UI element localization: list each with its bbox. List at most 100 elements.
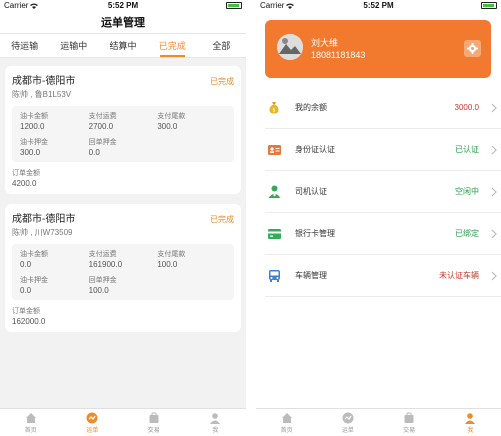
tab-completed[interactable]: 已完成 xyxy=(148,34,197,57)
tabbar-label: 运单 xyxy=(341,427,354,434)
menu-value: 已认证 xyxy=(455,145,479,154)
chevron-right-icon xyxy=(489,229,499,239)
menu-label: 车辆管理 xyxy=(295,271,327,280)
menu-label: 司机认证 xyxy=(295,187,327,196)
fee-value: 100.0 xyxy=(88,286,109,295)
status-bar: Carrier 5:52 PM xyxy=(0,0,246,11)
fee-label: 油卡押金 xyxy=(20,277,48,284)
home-icon xyxy=(281,412,293,424)
status-bar: Carrier 5:52 PM xyxy=(256,0,501,11)
tabbar-home[interactable]: 首页 xyxy=(0,409,62,436)
battery-icon xyxy=(226,2,242,9)
waybill-tabs: 待运输 运输中 结算中 已完成 全部 xyxy=(0,33,246,58)
fee-value: 2700.0 xyxy=(88,122,114,131)
tabbar-label: 我 xyxy=(212,427,219,434)
menu-item-bank-card[interactable]: 银行卡管理 已绑定 xyxy=(265,213,501,255)
fee-label: 油卡押金 xyxy=(20,139,48,146)
svg-text:$: $ xyxy=(272,108,275,114)
tabbar-label: 运单 xyxy=(86,427,99,434)
id-card-icon xyxy=(267,143,281,157)
menu-item-balance[interactable]: $ 我的余额 3000.0 xyxy=(265,87,501,129)
profile-card[interactable]: 刘大维 18081181843 xyxy=(265,20,491,78)
fee-label: 回单押金 xyxy=(88,139,117,146)
tabbar-label: 交易 xyxy=(147,427,160,434)
fee-value: 0.0 xyxy=(20,260,32,269)
bus-icon xyxy=(267,269,281,283)
order-card[interactable]: 成都市-德阳市 已完成 陈帅 , 鲁B1L53V 油卡金额 1200.0 支付运费… xyxy=(5,66,241,194)
tabbar-me[interactable]: 我 xyxy=(440,409,501,436)
order-total-label: 订单金额 xyxy=(12,308,40,315)
chevron-right-icon xyxy=(489,103,499,113)
tabbar-waybill[interactable]: 运单 xyxy=(62,409,124,436)
trade-icon xyxy=(403,412,415,424)
tab-bar: 首页 运单 交易 我 xyxy=(256,408,501,436)
tab-bar: 首页 运单 交易 我 xyxy=(0,408,246,436)
tabbar-label: 交易 xyxy=(403,427,416,434)
fee-value: 0.0 xyxy=(20,286,32,295)
order-driver: 陈帅 , 川W73509 xyxy=(12,228,73,237)
tab-pending[interactable]: 待运输 xyxy=(0,34,49,57)
order-card[interactable]: 成都市-德阳市 已完成 陈帅 , 川W73509 油卡金额 0.0 支付运费 161… xyxy=(5,204,241,332)
tabbar-trade[interactable]: 交易 xyxy=(123,409,185,436)
profile-name: 刘大维 xyxy=(311,38,339,48)
status-time: 5:52 PM xyxy=(107,1,139,10)
bank-card-icon xyxy=(267,227,281,241)
order-route: 成都市-德阳市 xyxy=(12,214,76,225)
fee-label: 油卡金额 xyxy=(20,113,48,120)
fee-value: 300.0 xyxy=(157,122,178,131)
menu-label: 身份证认证 xyxy=(295,145,335,154)
chevron-right-icon xyxy=(489,187,499,197)
person-icon xyxy=(464,412,476,424)
order-fees: 油卡金额 1200.0 支付运费 2700.0 支付尾款 300.0 油卡押金 300.… xyxy=(12,106,234,162)
tabbar-trade[interactable]: 交易 xyxy=(379,409,440,436)
fee-label: 支付尾款 xyxy=(157,113,186,120)
menu-value: 空闲中 xyxy=(455,187,479,196)
chevron-right-icon xyxy=(489,145,499,155)
tabbar-label: 首页 xyxy=(280,427,293,434)
menu-item-vehicle-management[interactable]: 车辆管理 未认证车辆 xyxy=(265,255,501,297)
fee-label: 油卡金额 xyxy=(20,251,48,258)
menu-item-id-verification[interactable]: 身份证认证 已认证 xyxy=(265,129,501,171)
menu-value: 未认证车辆 xyxy=(439,271,479,280)
tabbar-label: 我 xyxy=(467,427,474,434)
profile-screen: Carrier 5:52 PM 刘大维 18081181843 $ 我的余额 3… xyxy=(256,0,501,436)
menu-label: 银行卡管理 xyxy=(295,229,335,238)
person-icon xyxy=(209,412,221,424)
tabbar-waybill[interactable]: 运单 xyxy=(317,409,378,436)
gear-icon xyxy=(467,43,478,54)
order-total-value: 162000.0 xyxy=(12,317,46,326)
fee-value: 300.0 xyxy=(20,148,41,157)
menu-value: 已绑定 xyxy=(455,229,479,238)
tabbar-me[interactable]: 我 xyxy=(185,409,247,436)
waybill-icon xyxy=(86,412,98,424)
money-bag-icon: $ xyxy=(267,101,281,115)
battery-icon xyxy=(481,2,497,9)
menu-value: 3000.0 xyxy=(454,103,479,112)
avatar[interactable] xyxy=(277,34,303,60)
page-title: 运单管理 xyxy=(0,11,246,33)
settings-button[interactable] xyxy=(464,40,481,57)
order-total-label: 订单金额 xyxy=(12,170,40,177)
fee-label: 支付运费 xyxy=(88,251,117,258)
fee-label: 回单押金 xyxy=(88,277,117,284)
tabbar-home[interactable]: 首页 xyxy=(256,409,317,436)
waybill-screen: Carrier 5:52 PM 运单管理 待运输 运输中 结算中 已完成 全部 … xyxy=(0,0,246,436)
order-route: 成都市-德阳市 xyxy=(12,76,76,87)
order-driver: 陈帅 , 鲁B1L53V xyxy=(12,90,72,99)
chevron-right-icon xyxy=(489,271,499,281)
tabbar-label: 首页 xyxy=(24,427,37,434)
order-fees: 油卡金额 0.0 支付运费 161900.0 支付尾款 100.0 油卡押金 0.0 回… xyxy=(12,244,234,300)
profile-menu: $ 我的余额 3000.0 身份证认证 已认证 司机认证 空闲中 银行卡管理 已… xyxy=(265,87,501,297)
fee-label: 支付运费 xyxy=(88,113,117,120)
menu-item-driver-verification[interactable]: 司机认证 空闲中 xyxy=(265,171,501,213)
status-time: 5:52 PM xyxy=(363,1,394,10)
order-status: 已完成 xyxy=(210,215,234,224)
waybill-icon xyxy=(342,412,354,424)
fee-value: 100.0 xyxy=(157,260,178,269)
trade-icon xyxy=(148,412,160,424)
tab-all[interactable]: 全部 xyxy=(197,34,246,57)
tab-in-transit[interactable]: 运输中 xyxy=(49,34,98,57)
order-total-value: 4200.0 xyxy=(12,179,37,188)
tab-settling[interactable]: 结算中 xyxy=(98,34,147,57)
fee-value: 0.0 xyxy=(88,148,100,157)
